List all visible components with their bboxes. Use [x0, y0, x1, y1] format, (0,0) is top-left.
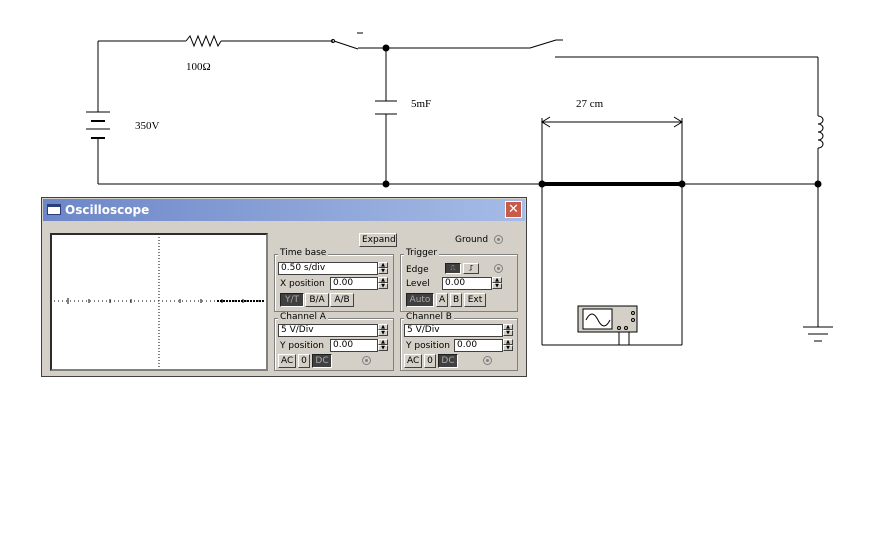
channel-a-zero-button[interactable]: 0 — [298, 354, 310, 368]
level-spinner[interactable]: ▲ ▼ — [492, 277, 502, 290]
window-title: Oscilloscope — [65, 203, 150, 217]
channel-b-y-position-spinner[interactable]: ▲ ▼ — [503, 339, 513, 352]
edge-label: Edge — [406, 265, 429, 275]
channel-a-ac-button[interactable]: AC — [278, 354, 296, 368]
level-label: Level — [406, 279, 430, 289]
inductor — [817, 115, 824, 149]
channel-a-terminal[interactable] — [362, 356, 371, 365]
channel-b-scale-spinner[interactable]: ▲ ▼ — [503, 324, 513, 337]
channel-a-scale-field[interactable]: 5 V/Div — [278, 324, 378, 337]
length-label: 27 cm — [576, 98, 604, 110]
ground-terminal[interactable] — [494, 235, 503, 244]
ground-label: Ground — [455, 235, 489, 245]
channel-a-y-position-spinner[interactable]: ▲ ▼ — [378, 339, 388, 352]
channel-b-dc-button[interactable]: DC — [438, 354, 458, 368]
channel-b-y-position-label: Y position — [406, 341, 451, 351]
titlebar[interactable]: Oscilloscope ✕ — [43, 199, 525, 221]
channel-b-y-position-field[interactable]: 0.00 — [454, 339, 503, 352]
time-base-field[interactable]: 0.50 s/div — [278, 262, 378, 275]
trigger-legend: Trigger — [404, 248, 440, 258]
mode-ab-button[interactable]: A/B — [330, 293, 354, 307]
level-field[interactable]: 0.00 — [442, 277, 492, 290]
channel-a-y-position-label: Y position — [280, 341, 325, 351]
trigger-b-button[interactable]: B — [450, 293, 462, 307]
expand-button[interactable]: Expand — [359, 233, 397, 247]
x-position-label: X position — [280, 279, 325, 289]
channel-b-scale-field[interactable]: 5 V/Div — [404, 324, 503, 337]
switch-1 — [333, 40, 359, 50]
x-position-spinner[interactable]: ▲ ▼ — [378, 277, 388, 290]
capacitor-label: 5mF — [411, 98, 431, 110]
channel-b-terminal[interactable] — [483, 356, 492, 365]
time-base-spinner[interactable]: ▲ ▼ — [378, 262, 388, 275]
resistor-label: 100Ω — [186, 61, 211, 73]
resistor — [185, 34, 222, 48]
oscilloscope-screen — [50, 233, 268, 371]
trigger-terminal[interactable] — [494, 264, 503, 273]
battery-label: 350V — [135, 120, 160, 132]
trigger-auto-button[interactable]: Auto — [406, 293, 434, 307]
screen-graticule — [54, 237, 264, 367]
oscilloscope-icon — [577, 305, 638, 333]
x-position-field[interactable]: 0.00 — [330, 277, 378, 290]
mode-ba-button[interactable]: B/A — [305, 293, 329, 307]
mode-yt-button[interactable]: Y/T — [280, 293, 304, 307]
channel-b-zero-button[interactable]: 0 — [424, 354, 436, 368]
time-base-legend: Time base — [278, 248, 329, 258]
channel-b-legend: Channel B — [404, 312, 454, 322]
channel-a-legend: Channel A — [278, 312, 328, 322]
close-button[interactable]: ✕ — [505, 201, 522, 218]
channel-a-dc-button[interactable]: DC — [312, 354, 332, 368]
trigger-a-button[interactable]: A — [436, 293, 448, 307]
trigger-ext-button[interactable]: Ext — [464, 293, 486, 307]
window-icon — [47, 204, 61, 215]
battery — [86, 111, 110, 139]
switch-2 — [529, 39, 557, 49]
channel-a-scale-spinner[interactable]: ▲ ▼ — [378, 324, 388, 337]
falling-edge-button[interactable]: ⎎ — [463, 263, 479, 274]
channel-b-ac-button[interactable]: AC — [404, 354, 422, 368]
channel-a-y-position-field[interactable]: 0.00 — [330, 339, 378, 352]
rising-edge-button[interactable]: ⎍ — [445, 263, 461, 274]
oscilloscope-window[interactable]: Oscilloscope ✕ Expand Ground Time base 0… — [41, 197, 527, 377]
